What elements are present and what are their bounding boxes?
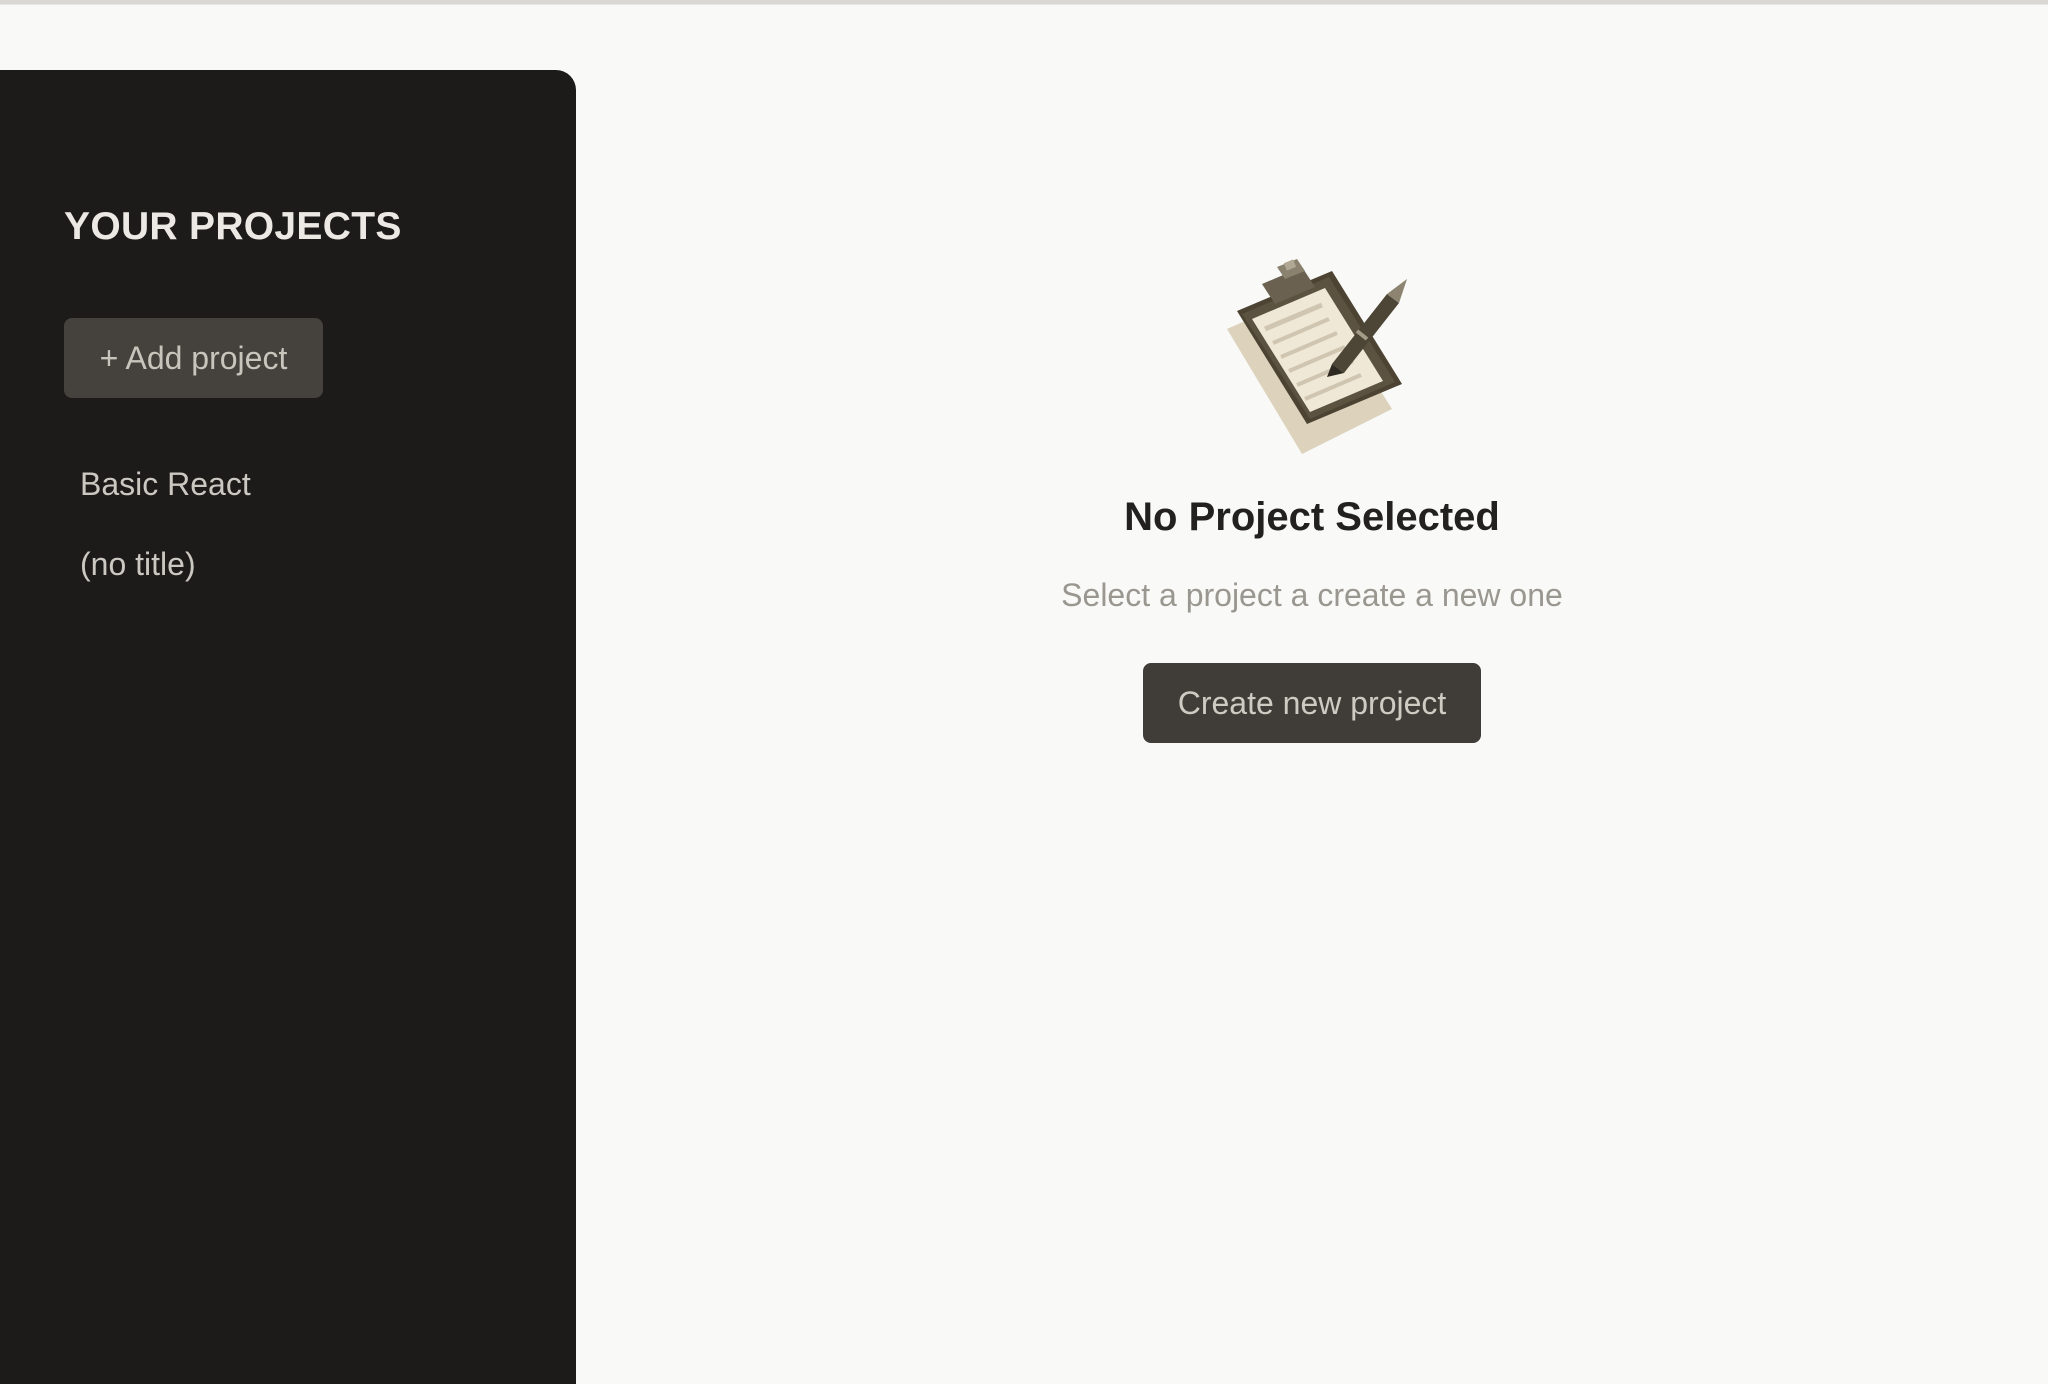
no-project-subtitle: Select a project a create a new one [1061, 577, 1563, 613]
sidebar-title: YOUR PROJECTS [64, 205, 402, 248]
project-list: Basic React (no title) [80, 464, 576, 624]
create-project-button[interactable]: Create new project [1143, 663, 1481, 743]
main-content: No Project Selected Select a project a c… [576, 4, 2048, 1384]
add-project-button[interactable]: + Add project [64, 318, 323, 398]
projects-sidebar: YOUR PROJECTS + Add project Basic React … [0, 70, 576, 1384]
no-project-title: No Project Selected [1124, 495, 1500, 539]
project-list-item[interactable]: Basic React [80, 464, 576, 544]
project-list-item[interactable]: (no title) [80, 544, 576, 624]
clipboard-with-pen-icon [1227, 259, 1407, 454]
